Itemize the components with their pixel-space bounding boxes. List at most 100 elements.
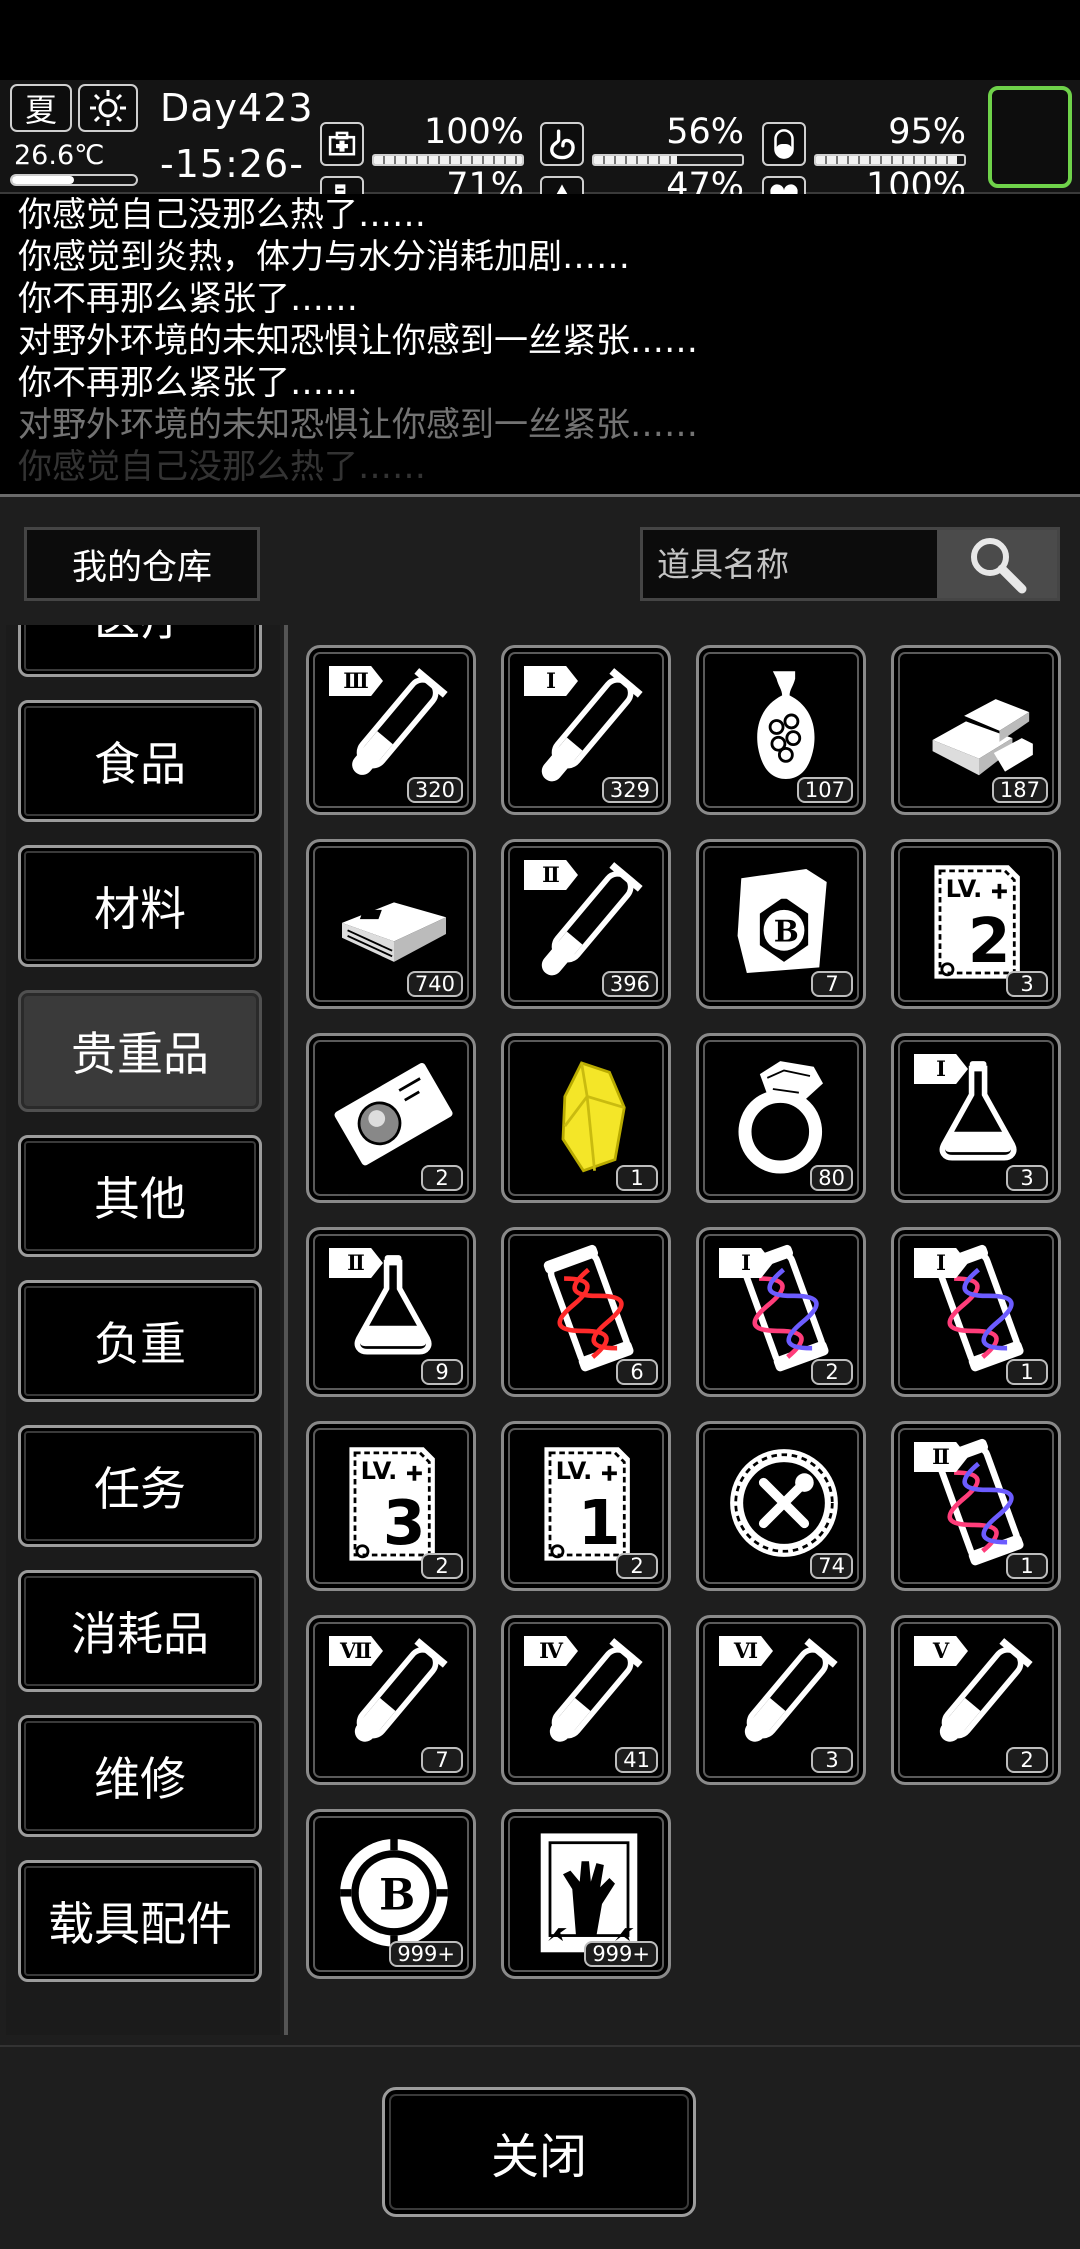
item-count: 2: [811, 1359, 853, 1385]
dna-vial-red-icon: [543, 1244, 634, 1372]
inventory-item[interactable]: 999+: [501, 1809, 671, 1979]
inventory-item[interactable]: 1: [501, 1033, 671, 1203]
svg-text:LV.: LV.: [556, 1457, 593, 1485]
inventory-item[interactable]: B 999+: [306, 1809, 476, 1979]
category-list[interactable]: 医疗食品材料贵重品其他负重任务消耗品维修载具配件: [6, 625, 280, 2035]
inventory-item[interactable]: 187: [891, 645, 1061, 815]
inventory-item[interactable]: Ⅱ 9: [306, 1227, 476, 1397]
log-line: 对野外环境的未知恐惧让你感到一丝紧张……: [18, 405, 698, 445]
item-count: 740: [406, 971, 463, 997]
search-input[interactable]: [643, 530, 937, 598]
category-label: 维修: [94, 1752, 186, 1806]
category-label: 其他: [94, 1172, 186, 1226]
svg-text:B: B: [774, 914, 799, 949]
medkit-icon: [320, 122, 364, 166]
inventory-item[interactable]: 6: [501, 1227, 671, 1397]
equipped-slot[interactable]: [988, 86, 1072, 188]
item-count: 2: [421, 1165, 463, 1191]
category-label: 食品: [94, 737, 186, 791]
category-tab[interactable]: 其他: [18, 1135, 262, 1257]
inventory-item[interactable]: B 7: [696, 839, 866, 1009]
item-count: 9: [421, 1359, 463, 1385]
log-line: 你感觉自己没那么热了……: [18, 447, 426, 487]
level-card-icon: LV. 1: [544, 1447, 630, 1561]
stomach-icon: [540, 122, 584, 166]
zombie-card-icon: [540, 1833, 638, 1953]
log-line: 你感觉到炎热，体力与水分消耗加剧……: [18, 237, 630, 277]
vase-icon: [757, 671, 815, 779]
category-label: 材料: [94, 882, 186, 936]
category-tab[interactable]: 维修: [18, 1715, 262, 1837]
column-divider: [284, 625, 288, 2035]
item-count: 1: [616, 1165, 658, 1191]
inventory-item[interactable]: Ⅵ 3: [696, 1615, 866, 1785]
item-count: 2: [421, 1553, 463, 1579]
level-card-icon: LV. 3: [349, 1447, 435, 1561]
item-count: 320: [406, 777, 463, 803]
item-count: 80: [810, 1165, 853, 1191]
inventory-item[interactable]: 107: [696, 645, 866, 815]
inventory-item[interactable]: Ⅰ 3: [891, 1033, 1061, 1203]
category-tab[interactable]: 负重: [18, 1280, 262, 1402]
category-tab[interactable]: 材料: [18, 845, 262, 967]
category-tab[interactable]: 食品: [18, 700, 262, 822]
item-count: 1: [1006, 1359, 1048, 1385]
category-label: 贵重品: [71, 1027, 209, 1081]
category-label: 消耗品: [71, 1607, 209, 1661]
category-label: 医疗: [94, 625, 186, 649]
inventory-item[interactable]: Ⅴ 2: [891, 1615, 1061, 1785]
svg-text:2: 2: [968, 906, 1011, 977]
svg-text:LV.: LV.: [946, 875, 983, 903]
inventory-item[interactable]: 74: [696, 1421, 866, 1591]
inventory-item[interactable]: Ⅲ 320: [306, 645, 476, 815]
category-tab[interactable]: 消耗品: [18, 1570, 262, 1692]
inventory-item[interactable]: Ⅶ 7: [306, 1615, 476, 1785]
item-count: 3: [811, 1747, 853, 1773]
inventory-item[interactable]: 80: [696, 1033, 866, 1203]
inventory-item[interactable]: Ⅰ 2: [696, 1227, 866, 1397]
photo-ticket-icon: [334, 1063, 453, 1166]
inventory-item[interactable]: Ⅰ 329: [501, 645, 671, 815]
category-tab[interactable]: 医疗: [18, 625, 262, 677]
pill-icon: [762, 122, 806, 166]
svg-text:B: B: [379, 1871, 415, 1921]
inventory-item[interactable]: 2: [306, 1033, 476, 1203]
category-tab[interactable]: 贵重品: [18, 990, 262, 1112]
inventory-item[interactable]: Ⅱ 1: [891, 1421, 1061, 1591]
yellow-crystal-icon: [561, 1061, 626, 1173]
stat-mood-value: 95%: [888, 112, 966, 152]
log-line: 对野外环境的未知恐惧让你感到一丝紧张……: [18, 321, 698, 361]
inventory-item[interactable]: Ⅳ 41: [501, 1615, 671, 1785]
item-count: 74: [810, 1553, 853, 1579]
inventory-item[interactable]: LV. 2 3: [891, 839, 1061, 1009]
category-tab[interactable]: 任务: [18, 1425, 262, 1547]
stat-health-value: 100%: [423, 112, 524, 152]
svg-text:1: 1: [578, 1488, 621, 1559]
category-label: 任务: [94, 1462, 186, 1516]
item-count: 41: [615, 1747, 658, 1773]
inventory-item[interactable]: Ⅰ 1: [891, 1227, 1061, 1397]
stat-hunger-value: 56%: [666, 112, 744, 152]
stat-mood-bar: [814, 154, 966, 166]
search-button[interactable]: [937, 530, 1057, 598]
day-counter: Day423: [160, 86, 314, 130]
item-count: 3: [1006, 1165, 1048, 1191]
inventory-item[interactable]: 740: [306, 839, 476, 1009]
svg-text:LV.: LV.: [361, 1457, 398, 1485]
log-line: 你不再那么紧张了……: [18, 279, 358, 319]
category-label: 载具配件: [48, 1897, 232, 1951]
stat-hunger-bar: [592, 154, 744, 166]
stat-health-bar: [372, 154, 524, 166]
item-count: 107: [796, 777, 853, 803]
log-line: 你不再那么紧张了……: [18, 363, 358, 403]
svg-text:3: 3: [383, 1488, 426, 1559]
category-tab[interactable]: 载具配件: [18, 1860, 262, 1982]
inventory-item[interactable]: LV. 3 2: [306, 1421, 476, 1591]
item-count: 396: [601, 971, 658, 997]
inventory-item[interactable]: LV. 1 2: [501, 1421, 671, 1591]
item-count: 187: [991, 777, 1048, 803]
inventory-item[interactable]: Ⅱ 396: [501, 839, 671, 1009]
item-count: 3: [1006, 971, 1048, 997]
item-count: 999+: [584, 1941, 658, 1967]
close-button[interactable]: 关闭: [382, 2087, 696, 2217]
